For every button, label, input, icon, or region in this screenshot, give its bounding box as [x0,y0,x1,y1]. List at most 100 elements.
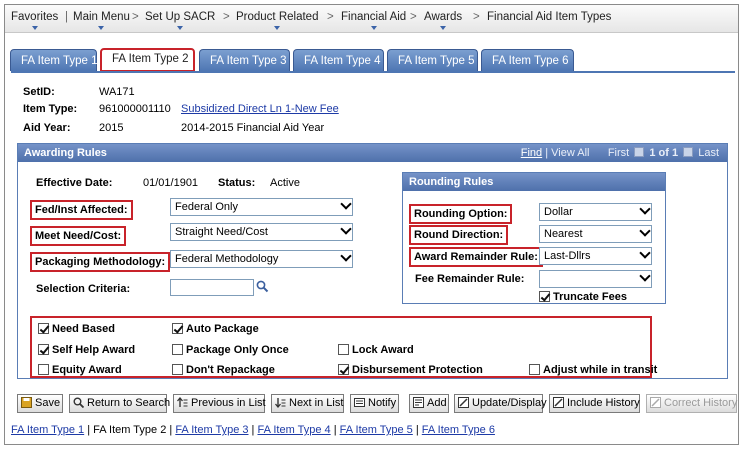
effective-date-label: Effective Date: [36,177,113,189]
link-separator: | [415,424,419,436]
link-separator: | [87,424,91,436]
row-navigation: Find | View All First 1 of 1 Last [521,144,719,162]
include-history-button[interactable]: Include History [549,394,640,413]
nav-main-menu[interactable]: Main Menu [73,11,130,30]
tab-fa-item-type-6[interactable]: FA Item Type 6 [481,49,574,71]
arrow-down-list-icon [275,398,286,408]
chevron-down-icon [31,26,38,30]
chevron-down-icon [98,26,105,30]
disbursement-protection-checkbox[interactable]: Disbursement Protection [338,364,483,376]
nav-set-up-sacr[interactable]: Set Up SACR [145,11,215,30]
link-fa-item-type-1[interactable]: FA Item Type 1 [11,424,84,436]
item-type-description-link[interactable]: Subsidized Direct Ln 1-New Fee [181,103,339,115]
search-icon [73,397,84,408]
chevron-down-icon [177,26,184,30]
dont-repackage-checkbox[interactable]: Don't Repackage [172,364,275,376]
meet-need-cost-label: Meet Need/Cost: [30,226,127,246]
link-fa-item-type-4[interactable]: FA Item Type 4 [257,424,330,436]
nav-financial-aid[interactable]: Financial Aid [341,11,406,30]
chevron-down-icon [640,252,648,260]
chevron-down-icon [640,275,648,283]
update-display-button[interactable]: Update/Display [454,394,547,413]
selection-criteria-input[interactable] [170,279,254,296]
award-remainder-rule-select[interactable]: Last-Dllrs [539,247,652,265]
fee-remainder-rule-select[interactable] [539,270,652,288]
rounding-rules-title: Rounding Rules [403,173,665,191]
checkbox-unchecked-icon [338,344,349,355]
save-button[interactable]: Save [17,394,63,413]
tab-fa-item-type-2[interactable]: FA Item Type 2 [100,48,195,72]
equity-award-checkbox[interactable]: Equity Award [38,364,122,376]
tab-fa-item-type-1[interactable]: FA Item Type 1 [10,49,98,71]
need-based-checkbox[interactable]: Need Based [38,323,115,335]
nav-awards[interactable]: Awards [424,11,462,30]
award-remainder-rule-label: Award Remainder Rule: [409,247,543,267]
view-all-link[interactable]: View All [551,147,589,159]
nav-product-related[interactable]: Product Related [236,11,318,30]
aid-year-value: 2015 [99,122,124,134]
last-arrow-icon[interactable] [683,147,694,157]
nav-separator: > [132,11,139,23]
correct-history-button[interactable]: Correct History [646,394,737,413]
self-help-award-checkbox[interactable]: Self Help Award [38,344,135,356]
auto-package-checkbox[interactable]: Auto Package [172,323,259,335]
find-link[interactable]: Find [521,147,542,159]
checkbox-unchecked-icon [172,344,183,355]
arrow-up-list-icon [177,397,188,407]
first-arrow-icon[interactable] [634,147,645,157]
link-fa-item-type-3[interactable]: FA Item Type 3 [175,424,248,436]
notify-button[interactable]: Notify [350,394,399,413]
selection-criteria-label: Selection Criteria: [36,283,131,295]
fed-inst-affected-select[interactable]: Federal Only [170,198,353,216]
chevron-down-icon [640,230,648,238]
package-only-once-checkbox[interactable]: Package Only Once [172,344,289,356]
return-to-search-button[interactable]: Return to Search [69,394,170,413]
checkbox-checked-icon [172,323,183,334]
app-window: Favorites | Main Menu > Set Up SACR > Pr… [4,4,739,445]
round-direction-label: Round Direction: [409,225,509,245]
checkbox-unchecked-icon [172,364,183,375]
nav-favorites[interactable]: Favorites [11,11,58,30]
aid-year-description: 2014-2015 Financial Aid Year [181,122,325,134]
previous-in-list-button[interactable]: Previous in List [173,394,266,413]
link-separator: | [169,424,173,436]
awarding-rules-title: Awarding Rules [24,147,107,159]
nav-financial-aid-item-types[interactable]: Financial Aid Item Types [487,11,611,23]
packaging-methodology-select[interactable]: Federal Methodology [170,250,353,268]
checkbox-unchecked-icon [529,364,540,375]
last-label: Last [698,147,719,159]
awarding-rules-header: Awarding Rules Find | View All First 1 o… [18,144,727,162]
status-value: Active [270,177,300,189]
add-button[interactable]: Add [409,394,449,413]
link-fa-item-type-6[interactable]: FA Item Type 6 [422,424,495,436]
link-separator: | [333,424,337,436]
adjust-while-in-transit-checkbox[interactable]: Adjust while in transit [529,364,657,376]
setid-label: SetID: [23,86,55,98]
checkbox-checked-icon [539,291,550,302]
rounding-option-select[interactable]: Dollar [539,203,652,221]
tab-fa-item-type-3[interactable]: FA Item Type 3 [199,49,290,71]
lock-award-checkbox[interactable]: Lock Award [338,344,414,356]
nav-divider: | [65,11,68,23]
checkbox-checked-icon [38,323,49,334]
correct-history-icon [650,397,661,408]
meet-need-cost-select[interactable]: Straight Need/Cost [170,223,353,241]
checkbox-checked-icon [338,364,349,375]
link-fa-item-type-5[interactable]: FA Item Type 5 [340,424,413,436]
fee-remainder-rule-label: Fee Remainder Rule: [415,273,525,285]
nav-separator: > [473,11,480,23]
tab-fa-item-type-4[interactable]: FA Item Type 4 [293,49,384,71]
next-in-list-button[interactable]: Next in List [271,394,344,413]
nav-separator: > [327,11,334,23]
chevron-down-icon [341,255,349,263]
awarding-rules-panel: Awarding Rules Find | View All First 1 o… [17,143,728,379]
chevron-down-icon [640,208,648,216]
rounding-option-label: Rounding Option: [409,204,513,224]
search-icon[interactable] [256,280,269,293]
round-direction-select[interactable]: Nearest [539,225,652,243]
truncate-fees-checkbox[interactable]: Truncate Fees [539,291,627,303]
rounding-rules-panel: Rounding Rules Rounding Option: Dollar R… [402,172,666,304]
row-count: 1 of 1 [649,147,679,159]
save-icon [21,397,32,408]
tab-fa-item-type-5[interactable]: FA Item Type 5 [387,49,478,71]
